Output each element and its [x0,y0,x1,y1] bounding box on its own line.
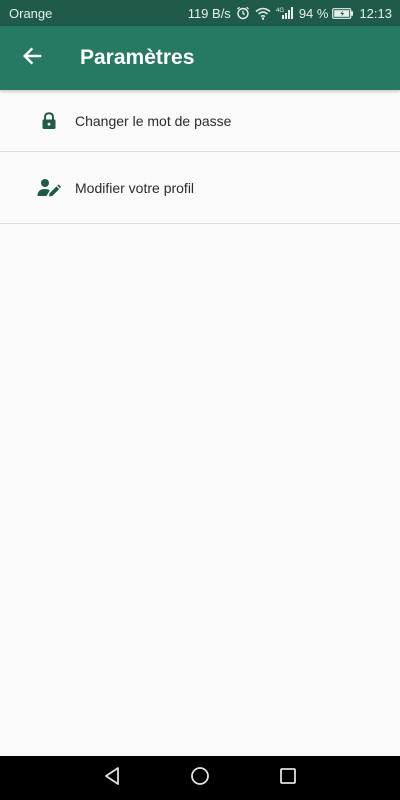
back-button[interactable] [0,26,64,90]
nav-home-button[interactable] [188,766,212,790]
page-title: Paramètres [80,46,195,69]
battery-percent: 94 % [298,5,329,21]
settings-list: Changer le mot de passe Modifier votre p… [0,90,400,224]
clock-time: 12:13 [359,5,392,21]
app-toolbar: Paramètres [0,26,400,90]
system-nav-bar [0,756,400,800]
nav-recents-button[interactable] [276,766,300,790]
lock-icon [35,107,63,135]
settings-item-edit-profile[interactable]: Modifier votre profil [0,152,400,224]
carrier-name: Orange [9,5,53,21]
battery-icon [332,7,354,19]
arrow-back-icon [22,46,42,71]
nav-back-button[interactable] [100,766,124,790]
status-indicators: 119 B/s 4G 94 % 12:13 [188,6,392,21]
settings-item-label: Changer le mot de passe [75,112,232,129]
network-type: 4G [276,8,284,14]
alarm-icon [236,6,250,20]
status-bar: Orange 119 B/s 4G 94 % 12:13 [0,0,400,26]
settings-screen: Orange 119 B/s 4G 94 % 12:13 Paramètres … [0,0,400,800]
settings-item-label: Modifier votre profil [75,179,195,196]
back-triangle-icon [103,766,121,791]
battery-indicator: 94 % [299,6,355,21]
signal-icon: 4G [276,6,294,20]
edit-profile-icon [35,174,63,202]
settings-item-change-password[interactable]: Changer le mot de passe [0,90,400,152]
wifi-icon [255,7,271,20]
home-circle-icon [190,766,210,791]
recents-square-icon [279,767,297,790]
network-speed: 119 B/s [187,5,231,21]
